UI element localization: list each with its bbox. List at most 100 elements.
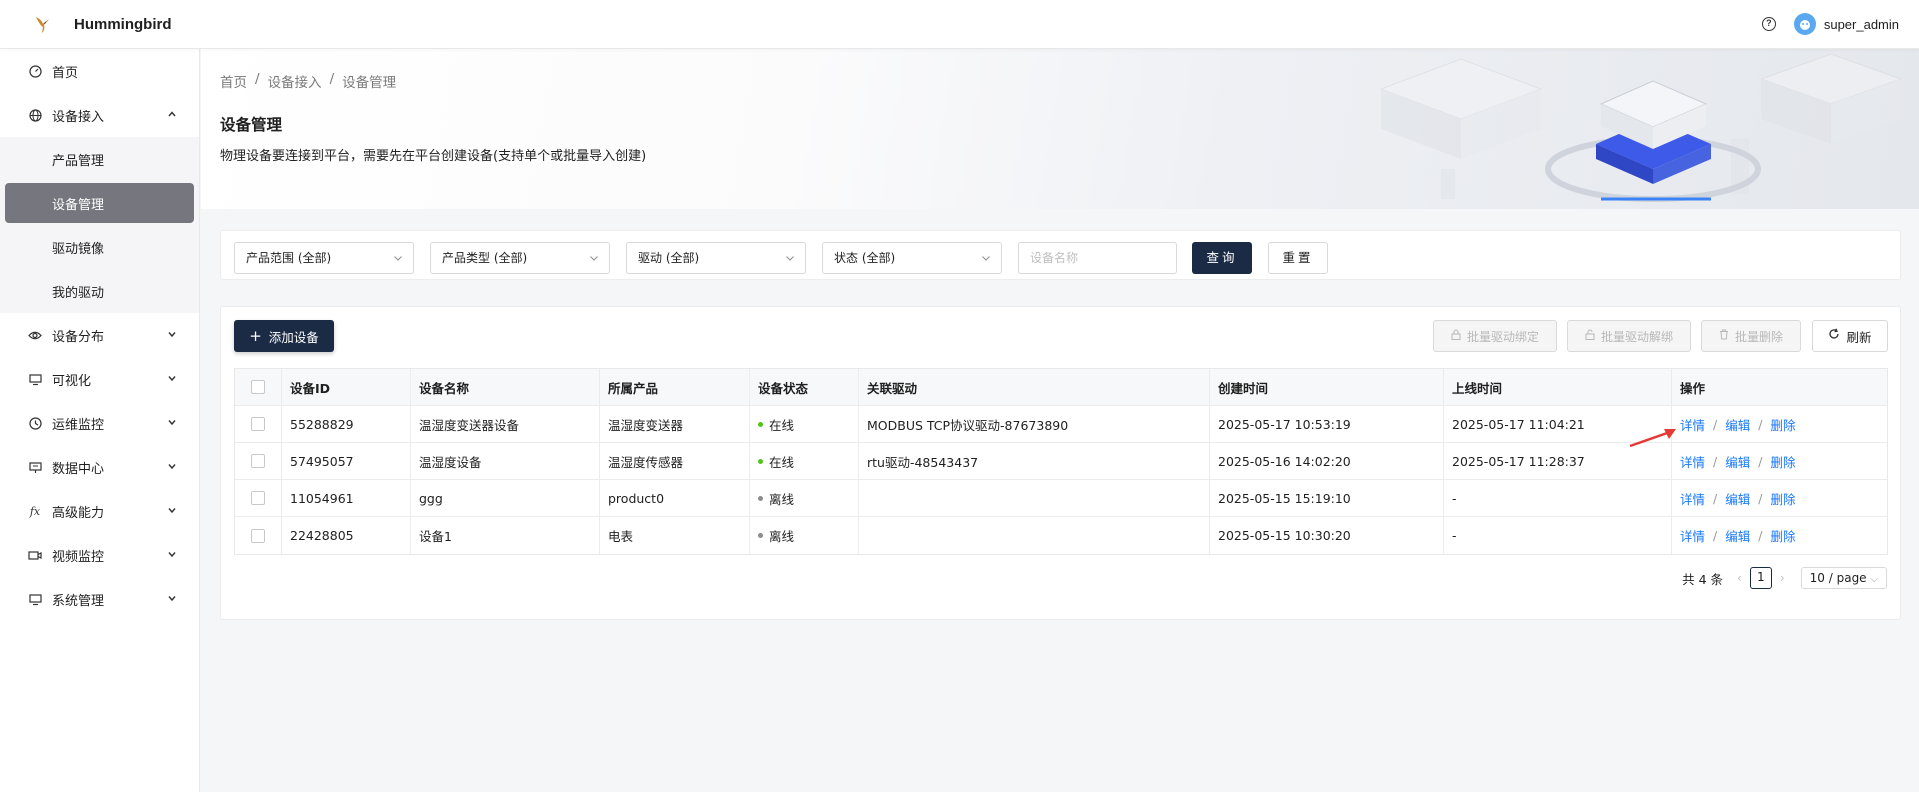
chevron-down-icon	[982, 256, 990, 261]
hummingbird-logo-icon[interactable]	[28, 9, 58, 39]
reset-button[interactable]: 重置	[1268, 242, 1328, 274]
created-time-cell: 2025-05-15 10:30:20	[1210, 517, 1444, 554]
delete-link[interactable]: 删除	[1770, 526, 1795, 545]
column-header[interactable]: 设备状态	[750, 369, 859, 405]
avatar[interactable]	[1793, 13, 1816, 35]
add-device-label: 添加设备	[268, 329, 319, 345]
filter-bar: 产品范围 (全部) 产品类型 (全部) 驱动 (全部) 状态 (全部) 设备名称…	[220, 230, 1901, 280]
help-circle-icon[interactable]: ?	[1761, 17, 1776, 31]
sidebar-item-visualization[interactable]: 可视化	[0, 357, 199, 401]
column-header[interactable]: 设备ID	[282, 369, 411, 405]
sidebar-item-home[interactable]: 首页	[0, 49, 199, 93]
sidebar-item-data-center[interactable]: 数据中心	[0, 445, 199, 489]
top-header: Hummingbird ? super_admin	[0, 0, 1919, 49]
breadcrumb-item-home[interactable]: 首页	[220, 71, 247, 91]
sidebar-item-label: 数据中心	[52, 461, 105, 477]
page-number-button[interactable]: 1	[1749, 567, 1772, 589]
action-separator: /	[1713, 416, 1718, 432]
sidebar-item-device-management[interactable]: 设备管理	[5, 183, 194, 223]
product-scope-select[interactable]: 产品范围 (全部)	[234, 242, 414, 274]
detail-link[interactable]: 详情	[1680, 415, 1705, 434]
select-all-checkbox[interactable]	[251, 380, 265, 394]
device-name-input[interactable]: 设备名称	[1018, 242, 1177, 274]
chevron-down-icon	[168, 376, 176, 382]
edit-link[interactable]: 编辑	[1725, 452, 1750, 471]
batch-bind-driver-button[interactable]: 批量驱动绑定	[1433, 320, 1557, 352]
chevron-right-icon[interactable]: ›	[1780, 571, 1785, 585]
driver-cell	[859, 517, 1210, 554]
refresh-icon	[1828, 328, 1840, 344]
user-name[interactable]: super_admin	[1824, 17, 1899, 32]
column-header[interactable]: 创建时间	[1210, 369, 1444, 405]
table-row: 22428805 设备1 电表 离线 2025-05-15 10:30:20 -…	[235, 517, 1887, 554]
delete-link[interactable]: 删除	[1770, 489, 1795, 508]
table-row: 11054961 ggg product0 离线 2025-05-15 15:1…	[235, 480, 1887, 517]
action-separator: /	[1713, 490, 1718, 506]
status-online-dot	[758, 421, 763, 427]
pagination: 共 4 条 ‹ 1 › 10 / page ⌵	[1682, 567, 1887, 589]
edit-link[interactable]: 编辑	[1725, 415, 1750, 434]
batch-unbind-driver-label: 批量驱动解绑	[1600, 329, 1673, 344]
row-checkbox[interactable]	[251, 417, 265, 431]
device-table: 设备ID 设备名称 所属产品 设备状态 关联驱动 创建时间 上线时间 操作 55…	[234, 368, 1888, 555]
chevron-down-icon	[168, 420, 176, 426]
sidebar-item-advanced[interactable]: fx 高级能力	[0, 489, 199, 533]
detail-link[interactable]: 详情	[1680, 452, 1705, 471]
breadcrumb-separator: /	[255, 71, 260, 87]
edit-link[interactable]: 编辑	[1725, 489, 1750, 508]
product-cell: product0	[600, 480, 750, 516]
row-checkbox[interactable]	[251, 454, 265, 468]
column-header[interactable]: 上线时间	[1444, 369, 1672, 405]
chevron-up-icon	[168, 111, 176, 117]
row-checkbox[interactable]	[251, 491, 265, 505]
sidebar-item-product-management[interactable]: 产品管理	[0, 137, 199, 181]
online-time-cell: -	[1444, 517, 1672, 554]
sidebar-item-ops-monitoring[interactable]: 运维监控	[0, 401, 199, 445]
batch-unbind-driver-button[interactable]: 批量驱动解绑	[1567, 320, 1691, 352]
device-name-cell: ggg	[411, 480, 600, 516]
column-header[interactable]: 关联驱动	[859, 369, 1210, 405]
sidebar-item-my-drivers[interactable]: 我的驱动	[0, 269, 199, 313]
status-cell: 离线	[750, 517, 859, 554]
sidebar-item-label: 视频监控	[52, 549, 105, 565]
product-type-select[interactable]: 产品类型 (全部)	[430, 242, 610, 274]
sidebar-item-driver-images[interactable]: 驱动镜像	[0, 225, 199, 269]
detail-link[interactable]: 详情	[1680, 489, 1705, 508]
sidebar-item-video-monitoring[interactable]: 视频监控	[0, 533, 199, 577]
row-checkbox[interactable]	[251, 528, 265, 543]
device-id-cell: 57495057	[282, 443, 411, 479]
function-icon: fx	[29, 504, 41, 518]
query-button[interactable]: 查询	[1192, 242, 1252, 274]
monitor-icon	[28, 372, 42, 386]
banner-illustration	[1379, 53, 1903, 202]
add-device-button[interactable]: + 添加设备	[234, 320, 334, 352]
chevron-left-icon[interactable]: ‹	[1737, 571, 1742, 585]
breadcrumb-item-device-access[interactable]: 设备接入	[268, 71, 322, 91]
desktop-icon	[28, 592, 42, 606]
app-title: Hummingbird	[74, 15, 172, 33]
sidebar-item-device-distribution[interactable]: 设备分布	[0, 313, 199, 357]
refresh-button[interactable]: 刷新	[1812, 320, 1888, 352]
delete-link[interactable]: 删除	[1770, 415, 1795, 434]
driver-select[interactable]: 驱动 (全部)	[626, 242, 806, 274]
driver-cell: rtu驱动-48543437	[859, 443, 1210, 479]
device-name-cell: 设备1	[411, 517, 600, 554]
page-size-select[interactable]: 10 / page ⌵	[1800, 567, 1887, 589]
page-banner: 首页 / 设备接入 / 设备管理 设备管理 物理设备要连接到平台，需要先在平台创…	[201, 49, 1919, 209]
pagination-total: 共 4 条	[1682, 571, 1724, 587]
sidebar-item-device-access[interactable]: 设备接入	[0, 93, 199, 137]
chevron-down-icon	[168, 552, 176, 558]
sidebar-item-system-management[interactable]: 系统管理	[0, 577, 199, 621]
status-text: 在线	[769, 417, 795, 433]
status-cell: 在线	[750, 443, 859, 479]
column-header[interactable]: 所属产品	[600, 369, 750, 405]
eye-icon	[28, 328, 42, 342]
status-select[interactable]: 状态 (全部)	[822, 242, 1002, 274]
device-id-cell: 11054961	[282, 480, 411, 516]
edit-link[interactable]: 编辑	[1725, 526, 1750, 545]
delete-link[interactable]: 删除	[1770, 452, 1795, 471]
batch-delete-button[interactable]: 批量删除	[1701, 320, 1801, 352]
select-value: 驱动 (全部)	[638, 251, 700, 265]
detail-link[interactable]: 详情	[1680, 526, 1705, 545]
column-header[interactable]: 设备名称	[411, 369, 600, 405]
